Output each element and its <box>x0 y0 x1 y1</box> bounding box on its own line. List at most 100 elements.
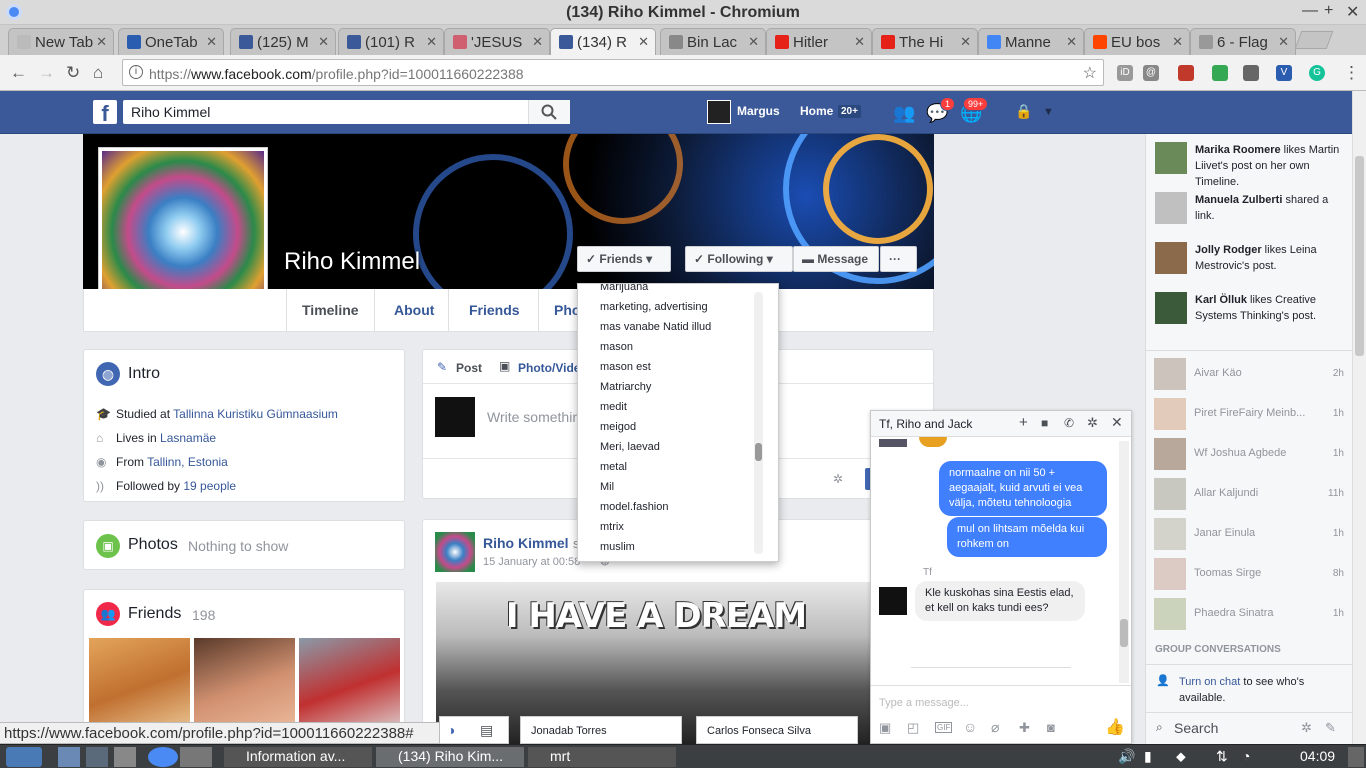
tab-6[interactable]: Bin Lac ✕ <box>660 28 766 55</box>
tab-5[interactable]: (134) R ✕ <box>550 28 656 55</box>
wifi-icon[interactable]: ◔ <box>1236 747 1260 767</box>
ticker-item[interactable]: Manuela Zulberti shared a link. <box>1155 192 1345 232</box>
dropdown-scroll-thumb[interactable] <box>755 443 762 462</box>
chat-tab-icon[interactable]: ▤ <box>480 722 493 739</box>
file-attach-icon[interactable]: ⌀ <box>991 719 999 736</box>
info-icon[interactable]: i <box>129 65 143 79</box>
friends-title[interactable]: Friends <box>128 605 181 623</box>
post-date[interactable]: 15 January at 00:58 <box>483 556 580 568</box>
sticker-icon[interactable]: ◰ <box>907 720 919 736</box>
friend-list-item[interactable]: metal <box>600 461 627 473</box>
taskbar-item-information[interactable]: Information av... <box>224 747 372 767</box>
tab-8[interactable]: The Hi ✕ <box>872 28 978 55</box>
start-menu-icon[interactable] <box>6 747 42 767</box>
chromium-launcher-icon[interactable] <box>148 747 178 767</box>
tab-2[interactable]: (125) M ✕ <box>230 28 336 55</box>
new-tab-button[interactable] <box>1294 31 1334 49</box>
school-link[interactable]: Tallinna Kuristiku Gümnaasium <box>173 407 338 421</box>
ticker-name[interactable]: Jolly Rodger <box>1195 244 1262 256</box>
photo-video-tab[interactable]: Photo/Vide <box>518 361 580 375</box>
post-author-link[interactable]: Riho Kimmel <box>483 535 569 551</box>
chat-options-icon[interactable]: ✲ <box>1301 720 1312 736</box>
camera-capture-icon[interactable]: ◙ <box>1047 720 1055 735</box>
friend-list-item[interactable]: mason <box>600 341 633 353</box>
friend-list-item[interactable]: marketing, advertising <box>600 301 708 313</box>
friend-list-item[interactable]: mas vanabe Natid illud <box>600 321 711 333</box>
chat-contact[interactable]: Phaedra Sinatra 1h <box>1154 598 1344 630</box>
tab-close-icon[interactable]: ✕ <box>854 34 865 50</box>
tab-close-icon[interactable]: ✕ <box>638 34 649 50</box>
like-thumb-icon[interactable]: 👍 <box>1105 717 1125 737</box>
chat-close-icon[interactable]: ✕ <box>1111 414 1123 431</box>
forward-icon[interactable]: → <box>38 63 55 83</box>
tab-3[interactable]: (101) R ✕ <box>338 28 444 55</box>
page-scrollbar[interactable] <box>1352 91 1366 744</box>
friend-list-item[interactable]: muslim <box>600 541 635 553</box>
close-icon[interactable]: ✕ <box>1346 2 1359 22</box>
more-options-button[interactable]: ··· <box>880 246 917 272</box>
chat-contact[interactable]: Janar Einula 1h <box>1154 518 1344 550</box>
post-tab[interactable]: Post <box>456 361 482 375</box>
tab-friends[interactable]: Friends <box>469 302 520 318</box>
settings-gear-icon[interactable]: ✲ <box>833 472 843 486</box>
chat-contact[interactable]: Wf Joshua Agbede 1h <box>1154 438 1344 470</box>
minimize-icon[interactable]: — <box>1302 2 1318 20</box>
gif-icon[interactable]: GIF <box>935 722 953 733</box>
add-people-icon[interactable]: + <box>1019 414 1028 431</box>
tab-close-icon[interactable]: ✕ <box>960 34 971 50</box>
back-icon[interactable]: ← <box>10 63 27 83</box>
update-alert-icon[interactable]: ⬥ <box>1170 747 1194 767</box>
search-button[interactable] <box>528 100 570 124</box>
file-manager-icon[interactable] <box>58 747 80 767</box>
hometown-link[interactable]: Tallinn, Estonia <box>147 455 228 469</box>
blank-launcher[interactable] <box>180 747 212 767</box>
friend-list-item[interactable]: Marijuana <box>600 284 648 293</box>
friend-list-item[interactable]: Matriarchy <box>600 381 651 393</box>
followers-link[interactable]: 19 people <box>183 479 236 493</box>
chat-scrollbar[interactable] <box>1119 441 1129 683</box>
terminal-icon[interactable] <box>86 747 108 767</box>
google-extension-icon[interactable] <box>1212 65 1228 81</box>
facebook-search-input[interactable]: Riho Kimmel <box>123 100 570 124</box>
turn-on-chat-link[interactable]: Turn on chat <box>1179 676 1240 688</box>
facebook-logo-icon[interactable]: f <box>93 100 117 126</box>
chat-tab-jonadab[interactable]: Jonadab Torres <box>520 716 682 744</box>
url-input[interactable]: i https://www.facebook.com/profile.php?i… <box>122 59 1104 86</box>
photos-title[interactable]: Photos <box>128 536 178 554</box>
chat-contact[interactable]: Aivar Käo 2h <box>1154 358 1344 390</box>
video-call-icon[interactable]: ■ <box>1041 416 1048 430</box>
friends-button[interactable]: ✓ Friends ▾ <box>577 246 671 272</box>
tab-close-icon[interactable]: ✕ <box>96 34 107 50</box>
taskbar-item-chromium[interactable]: (134) Riho Kim... <box>376 747 524 767</box>
friend-list-item[interactable]: Meri, laevad <box>600 441 660 453</box>
v-extension-icon[interactable]: V <box>1276 65 1292 81</box>
menu-icon[interactable]: ⋮ <box>1343 63 1360 83</box>
privacy-lock-icon[interactable]: 🔒 <box>1015 103 1032 120</box>
friend-list-item[interactable]: medit <box>600 401 627 413</box>
chat-tab-carlos[interactable]: Carlos Fonseca Silva <box>696 716 858 744</box>
maximize-icon[interactable]: + <box>1324 2 1333 20</box>
tab-0[interactable]: New Tab ✕ <box>8 28 114 55</box>
dropdown-scrollbar[interactable] <box>754 292 763 554</box>
photo-attach-icon[interactable]: ▣ <box>879 720 891 736</box>
home-icon[interactable]: ⌂ <box>93 63 103 83</box>
chat-header[interactable]: Tf, Riho and Jack + ■ ✆ ✲ ✕ <box>871 411 1131 437</box>
lives-link[interactable]: Lasnamäe <box>160 431 216 445</box>
tab-close-icon[interactable]: ✕ <box>532 34 543 50</box>
friend-list-item[interactable]: mason est <box>600 361 651 373</box>
following-button[interactable]: ✓ Following ▾ <box>685 246 793 272</box>
tab-close-icon[interactable]: ✕ <box>206 34 217 50</box>
tab-9[interactable]: Manne ✕ <box>978 28 1084 55</box>
post-author-avatar[interactable] <box>435 532 475 572</box>
tab-close-icon[interactable]: ✕ <box>1066 34 1077 50</box>
account-menu-icon[interactable]: ▼ <box>1043 106 1054 118</box>
battery-icon[interactable]: ▮ <box>1138 747 1162 767</box>
chat-tab-icon[interactable]: ◑ <box>447 722 455 738</box>
desktop-icon[interactable] <box>114 747 136 767</box>
chat-contact[interactable]: Toomas Sirge 8h <box>1154 558 1344 590</box>
chat-title[interactable]: Tf, Riho and Jack <box>879 417 972 431</box>
tab-close-icon[interactable]: ✕ <box>1172 34 1183 50</box>
ghost-extension-icon[interactable] <box>1243 65 1259 81</box>
tab-close-icon[interactable]: ✕ <box>318 34 329 50</box>
volume-icon[interactable]: 🔊 <box>1112 747 1136 767</box>
